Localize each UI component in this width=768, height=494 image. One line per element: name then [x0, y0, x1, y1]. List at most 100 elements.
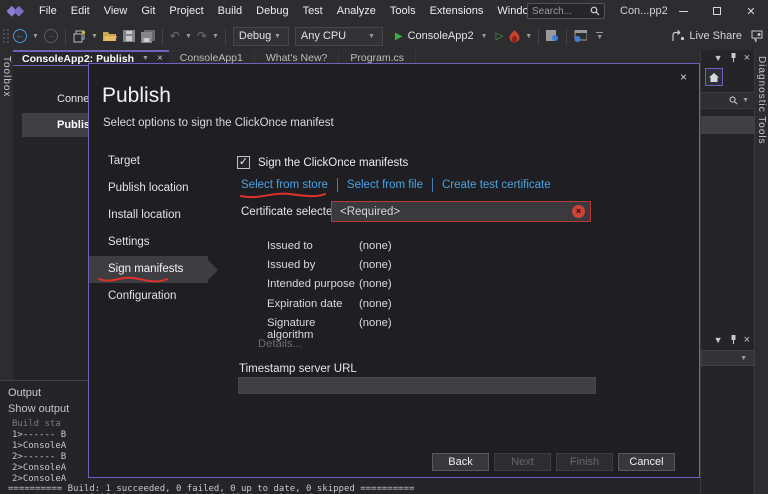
- start-without-debugging-button[interactable]: ▷: [493, 25, 507, 47]
- select-from-store-link[interactable]: Select from store: [241, 179, 328, 191]
- find-in-files-button[interactable]: [543, 25, 562, 47]
- sign-in-button[interactable]: [751, 22, 764, 50]
- link-separator: [431, 178, 433, 192]
- search-placeholder: Search...: [532, 5, 573, 17]
- toolbar-overflow-button[interactable]: ▼: [594, 31, 605, 41]
- menu-item[interactable]: Analyze: [330, 0, 383, 22]
- cancel-button[interactable]: Cancel: [618, 453, 675, 471]
- chevron-down-icon[interactable]: ▼: [183, 33, 194, 40]
- next-button[interactable]: Next: [494, 453, 551, 471]
- debug-configuration-select[interactable]: Debug ▼: [232, 26, 289, 46]
- start-debugging-button[interactable]: ▶ ConsoleApp2 ▼: [392, 25, 493, 47]
- detail-label: Issued to: [267, 240, 313, 252]
- diagnostic-tools-tool-tab[interactable]: Diagnostic Tools: [754, 50, 768, 494]
- detail-value: (none): [359, 316, 392, 329]
- nav-item-install-location[interactable]: Install location: [89, 202, 224, 229]
- platform-select[interactable]: Any CPU ▼: [294, 26, 383, 46]
- navigate-backward-button[interactable]: ←: [10, 25, 30, 47]
- dialog-close-button[interactable]: ×: [680, 70, 687, 84]
- menu-item[interactable]: View: [97, 0, 135, 22]
- certificate-selected-field[interactable]: <Required> ×: [331, 201, 591, 222]
- finish-button[interactable]: Finish: [556, 453, 613, 471]
- solution-explorer-header-buttons: ▼ ×: [714, 52, 750, 64]
- save-all-button[interactable]: [138, 25, 158, 47]
- search-box[interactable]: Search...: [527, 3, 605, 19]
- chevron-down-icon[interactable]: ▼: [714, 53, 723, 63]
- solution-explorer-selected-row[interactable]: [701, 116, 755, 134]
- toolbox-tool-tab[interactable]: Toolbox: [0, 50, 13, 380]
- menu-item[interactable]: Build: [211, 0, 249, 22]
- minimize-button[interactable]: [666, 0, 700, 22]
- certificate-selected-value: <Required>: [340, 205, 401, 218]
- nav-item-target[interactable]: Target: [89, 148, 224, 175]
- overflow-bar: [596, 31, 604, 33]
- chevron-down-icon[interactable]: ▼: [523, 33, 534, 40]
- detail-label: Signature algorithm: [267, 316, 316, 341]
- certificate-selected-label: Certificate selected: [241, 206, 339, 218]
- menu-item[interactable]: Tools: [383, 0, 423, 22]
- detail-label: Intended purpose: [267, 278, 355, 291]
- toolbox-label: Toolbox: [1, 56, 12, 98]
- create-test-certificate-link[interactable]: Create test certificate: [442, 179, 551, 191]
- properties-object-select[interactable]: ▼: [701, 350, 755, 366]
- close-button[interactable]: ✕: [734, 0, 768, 22]
- details-link-disabled[interactable]: Details...: [258, 338, 302, 350]
- new-project-button[interactable]: [70, 25, 89, 47]
- chevron-down-icon: ▼: [742, 97, 749, 104]
- menu-item[interactable]: Debug: [249, 0, 295, 22]
- nav-item-settings[interactable]: Settings: [89, 229, 224, 256]
- sign-manifests-checkbox-row: ✓ Sign the ClickOnce manifests: [237, 156, 408, 169]
- search-icon: [590, 6, 600, 16]
- toolbar-separator: [224, 27, 226, 45]
- chevron-down-icon[interactable]: ▼: [140, 55, 151, 62]
- timestamp-server-url-input[interactable]: [238, 377, 596, 394]
- publish-dialog: × Publish Select options to sign the Cli…: [88, 63, 700, 478]
- maximize-button[interactable]: [700, 0, 734, 22]
- pin-icon[interactable]: [730, 53, 737, 63]
- nav-item-sign-manifests[interactable]: Sign manifests: [89, 256, 218, 283]
- close-icon[interactable]: ×: [744, 52, 750, 64]
- solution-explorer-search-box[interactable]: ▼: [701, 92, 755, 109]
- chevron-down-icon[interactable]: ▼: [89, 33, 100, 40]
- detail-label: Expiration date: [267, 297, 343, 310]
- menu-item[interactable]: File: [32, 0, 64, 22]
- navigate-forward-button[interactable]: →: [41, 25, 61, 47]
- undo-button[interactable]: ↶: [167, 25, 183, 47]
- pin-icon[interactable]: [730, 335, 737, 345]
- menu-item[interactable]: Project: [162, 0, 210, 22]
- link-separator: [336, 178, 338, 192]
- redo-button[interactable]: ↷: [194, 25, 210, 47]
- save-button[interactable]: [120, 25, 138, 47]
- save-all-icon: [140, 29, 155, 43]
- menu-item[interactable]: Git: [134, 0, 162, 22]
- back-button[interactable]: Back: [432, 453, 489, 471]
- chevron-down-icon[interactable]: ▼: [30, 33, 41, 40]
- toolbar-grip[interactable]: [2, 28, 10, 44]
- open-folder-button[interactable]: [100, 25, 120, 47]
- toolbar-separator: [64, 27, 66, 45]
- main-toolbar: ← ▼ → ▼ ↶ ▼ ↷ ▼ Debug ▼ Any CPU ▼ ▶ Cons…: [0, 22, 768, 50]
- nav-item-configuration[interactable]: Configuration: [89, 283, 224, 310]
- window-layout-button[interactable]: [571, 25, 590, 47]
- live-share-button[interactable]: Live Share: [671, 22, 742, 50]
- properties-panel-header-buttons: ▼ ×: [714, 334, 750, 346]
- hot-reload-button[interactable]: [506, 25, 523, 47]
- solution-explorer-home-button[interactable]: [705, 68, 723, 86]
- chevron-down-icon: ▼: [596, 33, 604, 41]
- menu-item[interactable]: Extensions: [423, 0, 491, 22]
- menu-item[interactable]: Edit: [64, 0, 97, 22]
- user-account-icon: [751, 30, 763, 42]
- select-from-file-link[interactable]: Select from file: [347, 179, 423, 191]
- sign-clickonce-checkbox[interactable]: ✓: [237, 156, 250, 169]
- output-line: 2>------ B: [12, 452, 67, 462]
- chevron-down-icon[interactable]: ▼: [210, 33, 221, 40]
- window-controls: ✕: [666, 0, 768, 22]
- close-icon[interactable]: ×: [744, 334, 750, 346]
- red-annotation-underline: [240, 192, 326, 199]
- chevron-down-icon[interactable]: ▼: [714, 335, 723, 345]
- home-icon: [709, 72, 719, 82]
- dialog-nav: Target Publish location Install location…: [89, 148, 224, 310]
- chevron-down-icon: ▼: [740, 354, 747, 362]
- nav-item-publish-location[interactable]: Publish location: [89, 175, 224, 202]
- menu-item[interactable]: Test: [296, 0, 330, 22]
